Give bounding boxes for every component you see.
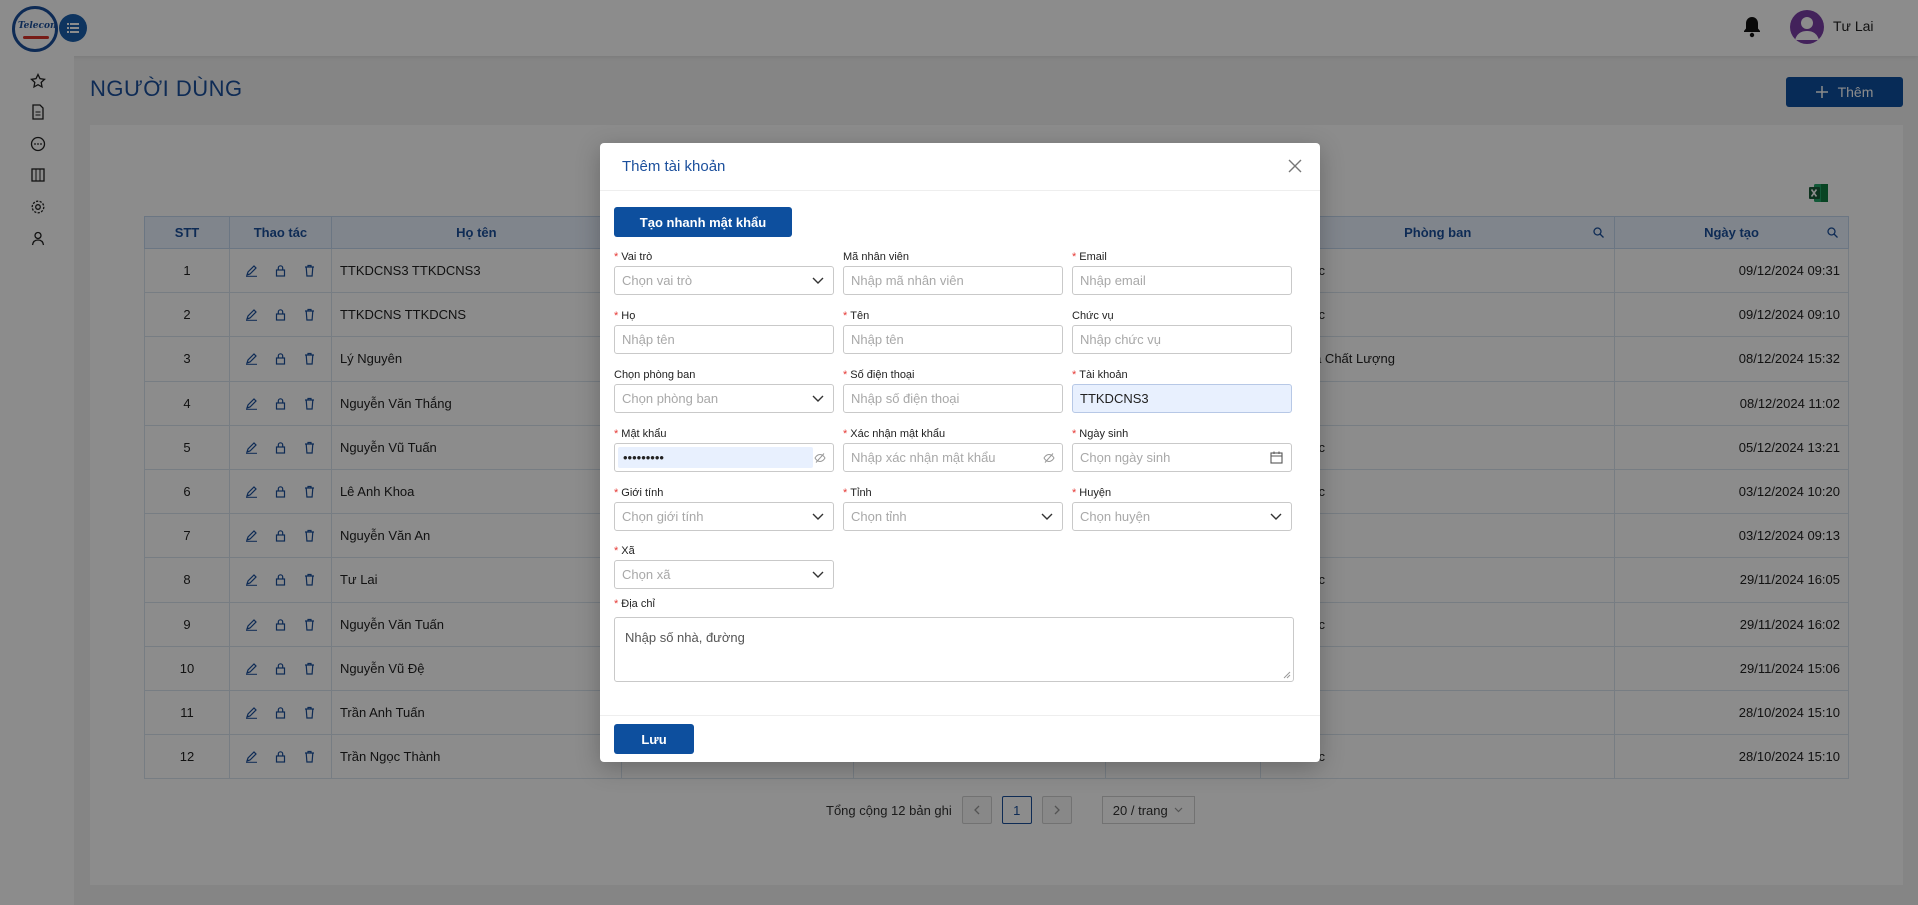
first-name-input[interactable]: Nhập tên bbox=[843, 325, 1063, 354]
resize-grip-icon[interactable] bbox=[1283, 671, 1291, 679]
gender-placeholder: Chọn giới tính bbox=[622, 509, 704, 524]
modal-footer: Lưu bbox=[600, 715, 1320, 762]
address-textarea[interactable]: Nhập số nhà, đường bbox=[614, 617, 1294, 682]
position-field: Chức vụ Nhập chức vụ bbox=[1072, 309, 1292, 354]
address-label: Địa chỉ bbox=[621, 598, 655, 610]
email-label: Email bbox=[1079, 251, 1107, 263]
calendar-icon[interactable] bbox=[1270, 451, 1283, 464]
department-select[interactable]: Chọn phòng ban bbox=[614, 384, 834, 413]
province-placeholder: Chọn tỉnh bbox=[851, 509, 907, 524]
district-label: Huyện bbox=[1079, 487, 1112, 499]
password-field: * Mật khẩu ••••••••• bbox=[614, 427, 834, 472]
role-field: * Vai trò Chọn vai trò bbox=[614, 250, 834, 295]
role-placeholder: Chọn vai trò bbox=[622, 273, 693, 288]
confirm_password-label: Xác nhận mật khẩu bbox=[850, 428, 946, 440]
employee-code-field: Mã nhân viên Nhập mã nhân viên bbox=[843, 250, 1063, 295]
first-name-field: * Tên Nhập tên bbox=[843, 309, 1063, 354]
password-value: ••••••••• bbox=[623, 450, 664, 465]
modal-header: Thêm tài khoản bbox=[600, 143, 1320, 191]
save-button[interactable]: Lưu bbox=[614, 724, 694, 754]
close-icon[interactable] bbox=[1288, 159, 1302, 173]
chevron-down-icon bbox=[1270, 513, 1282, 520]
department-label: Chọn phòng ban bbox=[614, 369, 696, 381]
eye-hidden-icon[interactable] bbox=[814, 452, 826, 464]
position-placeholder: Nhập chức vụ bbox=[1080, 332, 1161, 347]
email-placeholder: Nhập email bbox=[1080, 273, 1146, 288]
chevron-down-icon bbox=[812, 395, 824, 402]
role-select[interactable]: Chọn vai trò bbox=[614, 266, 834, 295]
first_name-label: Tên bbox=[850, 310, 870, 322]
modal-title: Thêm tài khoản bbox=[622, 158, 726, 175]
phone-input[interactable]: Nhập số điện thoại bbox=[843, 384, 1063, 413]
email-input[interactable]: Nhập email bbox=[1072, 266, 1292, 295]
phone-field: * Số điện thoại Nhập số điện thoại bbox=[843, 368, 1063, 413]
gender-select[interactable]: Chọn giới tính bbox=[614, 502, 834, 531]
address-field: * Địa chỉ bbox=[614, 598, 655, 610]
department-placeholder: Chọn phòng ban bbox=[622, 391, 719, 406]
district-placeholder: Chọn huyện bbox=[1080, 509, 1151, 524]
confirm_password-placeholder: Nhập xác nhận mật khẩu bbox=[851, 450, 996, 465]
eye-hidden-icon[interactable] bbox=[1043, 452, 1055, 464]
gender-field: * Giới tính Chọn giới tính bbox=[614, 486, 834, 531]
birthday-field: * Ngày sinh Chọn ngày sinh bbox=[1072, 427, 1292, 472]
ward-select[interactable]: Chọn xã bbox=[614, 560, 834, 589]
address-placeholder: Nhập số nhà, đường bbox=[625, 630, 745, 645]
department-field: Chọn phòng ban Chọn phòng ban bbox=[614, 368, 834, 413]
chevron-down-icon bbox=[812, 277, 824, 284]
employee-code-input[interactable]: Nhập mã nhân viên bbox=[843, 266, 1063, 295]
birthday-picker[interactable]: Chọn ngày sinh bbox=[1072, 443, 1292, 472]
account-value: TTKDCNS3 bbox=[1080, 391, 1149, 406]
position-input[interactable]: Nhập chức vụ bbox=[1072, 325, 1292, 354]
ward-placeholder: Chọn xã bbox=[622, 567, 671, 582]
ward-label: Xã bbox=[621, 545, 635, 557]
account-field: * Tài khoản TTKDCNS3 bbox=[1072, 368, 1292, 413]
first_name-placeholder: Nhập tên bbox=[851, 332, 904, 347]
last_name-placeholder: Nhập tên bbox=[622, 332, 675, 347]
generate-password-button[interactable]: Tạo nhanh mật khẩu bbox=[614, 207, 792, 237]
confirm-password-field: * Xác nhận mật khẩu Nhập xác nhận mật khẩu bbox=[843, 427, 1063, 472]
gender-label: Giới tính bbox=[621, 487, 664, 499]
role-label: Vai trò bbox=[621, 251, 653, 263]
birthday-label: Ngày sinh bbox=[1079, 428, 1129, 440]
last_name-label: Họ bbox=[621, 310, 636, 322]
last-name-field: * Họ Nhập tên bbox=[614, 309, 834, 354]
district-field: * Huyện Chọn huyện bbox=[1072, 486, 1292, 531]
district-select[interactable]: Chọn huyện bbox=[1072, 502, 1292, 531]
position-label: Chức vụ bbox=[1072, 310, 1114, 322]
phone-label: Số điện thoại bbox=[850, 369, 915, 381]
password-label: Mật khẩu bbox=[621, 428, 667, 440]
account-input[interactable]: TTKDCNS3 bbox=[1072, 384, 1292, 413]
employee_code-label: Mã nhân viên bbox=[843, 251, 910, 263]
employee_code-placeholder: Nhập mã nhân viên bbox=[851, 273, 964, 288]
chevron-down-icon bbox=[812, 571, 824, 578]
add-account-modal: Thêm tài khoản Tạo nhanh mật khẩu * Vai t… bbox=[600, 143, 1320, 762]
birthday-placeholder: Chọn ngày sinh bbox=[1080, 450, 1171, 465]
last-name-input[interactable]: Nhập tên bbox=[614, 325, 834, 354]
phone-placeholder: Nhập số điện thoại bbox=[851, 391, 960, 406]
password-input[interactable]: ••••••••• bbox=[614, 443, 834, 472]
province-field: * Tỉnh Chọn tỉnh bbox=[843, 486, 1063, 531]
chevron-down-icon bbox=[812, 513, 824, 520]
ward-field: * Xã Chọn xã bbox=[614, 544, 834, 589]
chevron-down-icon bbox=[1041, 513, 1053, 520]
email-field: * Email Nhập email bbox=[1072, 250, 1292, 295]
account-label: Tài khoản bbox=[1079, 369, 1128, 381]
confirm-password-input[interactable]: Nhập xác nhận mật khẩu bbox=[843, 443, 1063, 472]
province-select[interactable]: Chọn tỉnh bbox=[843, 502, 1063, 531]
province-label: Tỉnh bbox=[850, 487, 872, 499]
